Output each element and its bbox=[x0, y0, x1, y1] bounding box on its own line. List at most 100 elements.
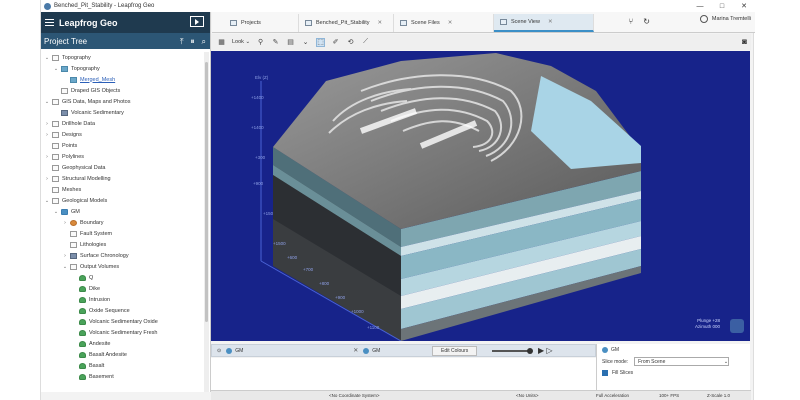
tree-item-label: Topography bbox=[62, 54, 91, 61]
scene-view-icon bbox=[500, 19, 507, 25]
zscale-status[interactable]: Z-Scale 1.0 bbox=[707, 393, 730, 398]
maximize-button[interactable]: □ bbox=[711, 0, 733, 12]
tree-item[interactable]: ⌄ Output Volumes bbox=[41, 261, 204, 272]
tree-item[interactable]: Basalt Andesite bbox=[41, 349, 204, 360]
play-icon[interactable]: ▶ ▷ bbox=[538, 346, 553, 355]
select-icon[interactable]: ⬚ bbox=[316, 37, 326, 47]
tree-item[interactable]: › Polylines bbox=[41, 151, 204, 162]
units-status[interactable]: <No Units> bbox=[516, 393, 539, 398]
chevron-down-icon[interactable]: ⌄ bbox=[44, 99, 50, 105]
view-options-icon[interactable]: ▦ bbox=[217, 38, 226, 47]
tree-item[interactable]: Volcanic Sedimentary Oxide bbox=[41, 316, 204, 327]
tree-item[interactable]: Basalt bbox=[41, 360, 204, 371]
shape-list-item-right[interactable]: GM bbox=[363, 347, 380, 354]
chevron-right-icon[interactable]: › bbox=[44, 154, 50, 160]
tree-item[interactable]: ⌄ GIS Data, Maps and Photos bbox=[41, 96, 204, 107]
chevron-down-icon[interactable]: ⌄ bbox=[44, 55, 50, 61]
presentation-mode-icon[interactable] bbox=[190, 16, 204, 27]
scene-viewport[interactable]: Elv (Z) +1400 +1400 +900 +300 +150 +1500… bbox=[211, 51, 750, 341]
tree-item[interactable]: Q bbox=[41, 272, 204, 283]
tree-item[interactable]: Oxide Sequence bbox=[41, 305, 204, 316]
pen-icon[interactable]: ✎ bbox=[271, 38, 280, 47]
tab-benched-pit-stability[interactable]: Benched_Pit_Stability ✕ bbox=[299, 14, 394, 32]
close-tab-icon[interactable]: ✕ bbox=[448, 20, 453, 26]
slicer-icon[interactable]: ⚲ bbox=[256, 38, 265, 47]
project-tree-title: Project Tree bbox=[44, 36, 88, 46]
tree-item[interactable]: › Surface Chronology bbox=[41, 250, 204, 261]
tree-item[interactable]: Draped GIS Objects bbox=[41, 85, 204, 96]
slider-handle[interactable] bbox=[527, 348, 533, 354]
volume-icon bbox=[79, 351, 86, 358]
slice-mode-select[interactable]: From Scene ⌄ bbox=[634, 357, 730, 366]
chevron-right-icon[interactable]: › bbox=[62, 253, 68, 259]
tab-scene-files[interactable]: Scene Files ✕ bbox=[394, 14, 494, 32]
tree-item[interactable]: ⌄ GM bbox=[41, 206, 204, 217]
tree-item[interactable]: Meshes bbox=[41, 184, 204, 195]
brand-bar: Leapfrog Geo bbox=[41, 12, 210, 33]
fill-slices-checkbox[interactable] bbox=[602, 370, 608, 376]
chevron-right-icon[interactable]: › bbox=[44, 176, 50, 182]
tree-item[interactable]: Points bbox=[41, 140, 204, 151]
compass-icon[interactable] bbox=[730, 319, 744, 333]
close-tab-icon[interactable]: ✕ bbox=[548, 19, 553, 25]
tree-item[interactable]: Dike bbox=[41, 283, 204, 294]
collapse-icon[interactable]: ⊙ bbox=[217, 348, 221, 354]
tree-item-label: Points bbox=[62, 142, 78, 149]
tree-item[interactable]: Fault System bbox=[41, 228, 204, 239]
chevron-right-icon[interactable]: › bbox=[44, 132, 50, 138]
tree-item[interactable]: Lithologies bbox=[41, 239, 204, 250]
chevron-right-icon[interactable]: › bbox=[44, 121, 50, 127]
tree-scrollbar[interactable] bbox=[204, 52, 209, 392]
dropdown-icon[interactable]: ⌄ bbox=[301, 38, 310, 47]
close-tab-icon[interactable]: ✕ bbox=[378, 20, 383, 26]
tree-item[interactable]: Volcanic Sedimentary bbox=[41, 107, 204, 118]
volume-icon bbox=[79, 329, 86, 336]
axis-label: +1500 bbox=[273, 241, 286, 246]
tree-item[interactable]: ⌄ Topography bbox=[41, 63, 204, 74]
layers-icon[interactable]: ▤ bbox=[286, 38, 295, 47]
search-icon[interactable]: ⌕ bbox=[202, 37, 206, 47]
sync-icon[interactable]: ↻ bbox=[643, 17, 650, 26]
tree-item[interactable]: › Boundary bbox=[41, 217, 204, 228]
tree-item-label: GIS Data, Maps and Photos bbox=[62, 98, 131, 105]
tab-bar: Projects Benched_Pit_Stability ✕ Scene F… bbox=[212, 12, 755, 33]
tree-item[interactable]: Volcanic Sedimentary Fresh bbox=[41, 327, 204, 338]
look-dropdown[interactable]: Look ⌄ bbox=[232, 39, 250, 45]
shape-list-item-left[interactable]: GM bbox=[226, 347, 244, 354]
coordinate-system-status[interactable]: <No Coordinate System> bbox=[329, 393, 380, 398]
tab-scene-view[interactable]: Scene View ✕ bbox=[494, 14, 594, 32]
menu-icon[interactable] bbox=[45, 18, 54, 27]
chevron-right-icon[interactable]: › bbox=[62, 220, 68, 226]
tree-item[interactable]: › Designs bbox=[41, 129, 204, 140]
pause-icon[interactable]: ⏸ bbox=[191, 37, 195, 47]
tree-item[interactable]: Andesite bbox=[41, 338, 204, 349]
tree-item[interactable]: ⌄ Topography bbox=[41, 52, 204, 63]
tab-projects[interactable]: Projects bbox=[224, 14, 299, 32]
remove-icon[interactable]: ✕ bbox=[353, 347, 358, 354]
folder-icon bbox=[52, 175, 59, 182]
chevron-down-icon[interactable]: ⌄ bbox=[53, 66, 59, 72]
user-account[interactable]: Marina Tremtelli bbox=[699, 15, 751, 23]
upload-icon[interactable]: ⤒ bbox=[180, 37, 184, 47]
camera-icon[interactable]: ◙ bbox=[742, 37, 747, 46]
chevron-down-icon[interactable]: ⌄ bbox=[62, 264, 68, 270]
tree-item[interactable]: Merged_Mesh bbox=[41, 74, 204, 85]
tree-item[interactable]: Geophysical Data bbox=[41, 162, 204, 173]
draw-icon[interactable]: ✐ bbox=[331, 38, 340, 47]
chevron-down-icon[interactable]: ⌄ bbox=[44, 198, 50, 204]
tree-item[interactable]: Intrusion bbox=[41, 294, 204, 305]
minimize-button[interactable]: — bbox=[689, 0, 711, 12]
close-button[interactable]: ✕ bbox=[733, 0, 755, 12]
user-icon bbox=[699, 15, 708, 23]
tree-item[interactable]: › Structural Modelling bbox=[41, 173, 204, 184]
branch-icon[interactable]: ⑂ bbox=[628, 17, 633, 26]
tree-item[interactable]: › Drillhole Data bbox=[41, 118, 204, 129]
transparency-slider[interactable] bbox=[492, 348, 533, 354]
rotate-icon[interactable]: ⟲ bbox=[346, 38, 355, 47]
tree-item[interactable]: ⌄ Geological Models bbox=[41, 195, 204, 206]
chevron-down-icon[interactable]: ⌄ bbox=[53, 209, 59, 215]
ruler-icon[interactable]: ⟋ bbox=[361, 38, 370, 47]
shape-label: GM bbox=[235, 347, 244, 354]
edit-colours-button[interactable]: Edit Colours bbox=[432, 346, 478, 356]
tree-item[interactable]: Basement bbox=[41, 371, 204, 382]
